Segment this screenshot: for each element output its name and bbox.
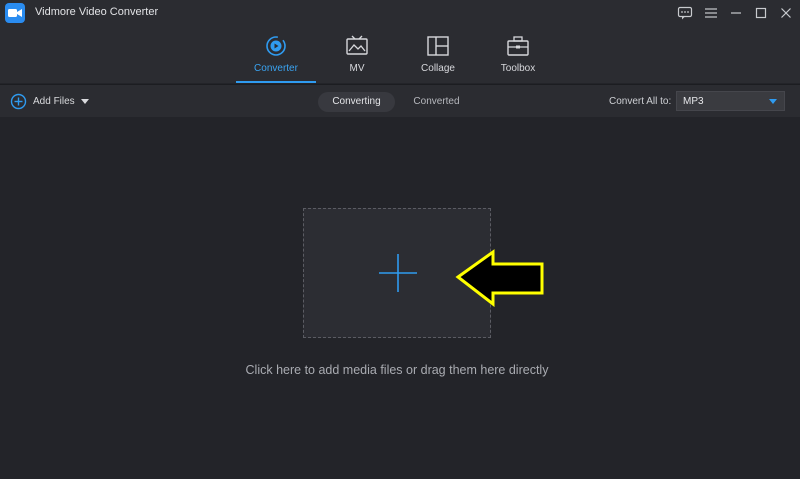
menu-icon[interactable] — [702, 4, 720, 22]
format-value: MP3 — [683, 96, 704, 107]
active-tab-indicator — [236, 81, 316, 83]
drop-hint: Click here to add media files or drag th… — [245, 363, 549, 377]
mv-icon — [346, 35, 368, 55]
feedback-icon[interactable] — [676, 4, 694, 22]
arrow-annotation-icon — [455, 249, 544, 307]
app-logo-icon — [5, 3, 25, 23]
toolbox-icon — [507, 36, 529, 56]
title-bar: Vidmore Video Converter — [0, 0, 800, 26]
format-select[interactable]: MP3 — [676, 91, 785, 111]
tab-label: Converter — [254, 63, 298, 74]
add-files-label: Add Files — [33, 96, 75, 107]
tab-toolbox[interactable]: Toolbox — [478, 26, 558, 83]
chevron-down-icon — [769, 99, 777, 104]
maximize-icon[interactable] — [752, 4, 770, 22]
close-icon[interactable] — [777, 4, 795, 22]
app-title: Vidmore Video Converter — [35, 6, 159, 18]
collage-icon — [427, 36, 449, 56]
add-circle-icon — [10, 93, 27, 110]
convert-all-label: Convert All to: — [609, 96, 672, 107]
tab-label: MV — [349, 63, 365, 74]
tab-converter[interactable]: Converter — [236, 26, 316, 83]
tab-label: Toolbox — [500, 63, 536, 74]
tab-collage[interactable]: Collage — [398, 26, 478, 83]
tab-converting[interactable]: Converting — [318, 92, 395, 112]
plus-icon — [379, 254, 417, 292]
tab-label: Collage — [421, 63, 455, 74]
toolbar: Add Files Converting Converted Convert A… — [0, 84, 800, 117]
chevron-down-icon[interactable] — [81, 99, 89, 104]
tab-mv[interactable]: MV — [317, 26, 397, 83]
converter-icon — [266, 36, 286, 56]
main-nav: Converter MV Collage Toolbox — [0, 26, 800, 83]
tab-converted[interactable]: Converted — [400, 92, 473, 112]
minimize-icon[interactable] — [727, 4, 745, 22]
